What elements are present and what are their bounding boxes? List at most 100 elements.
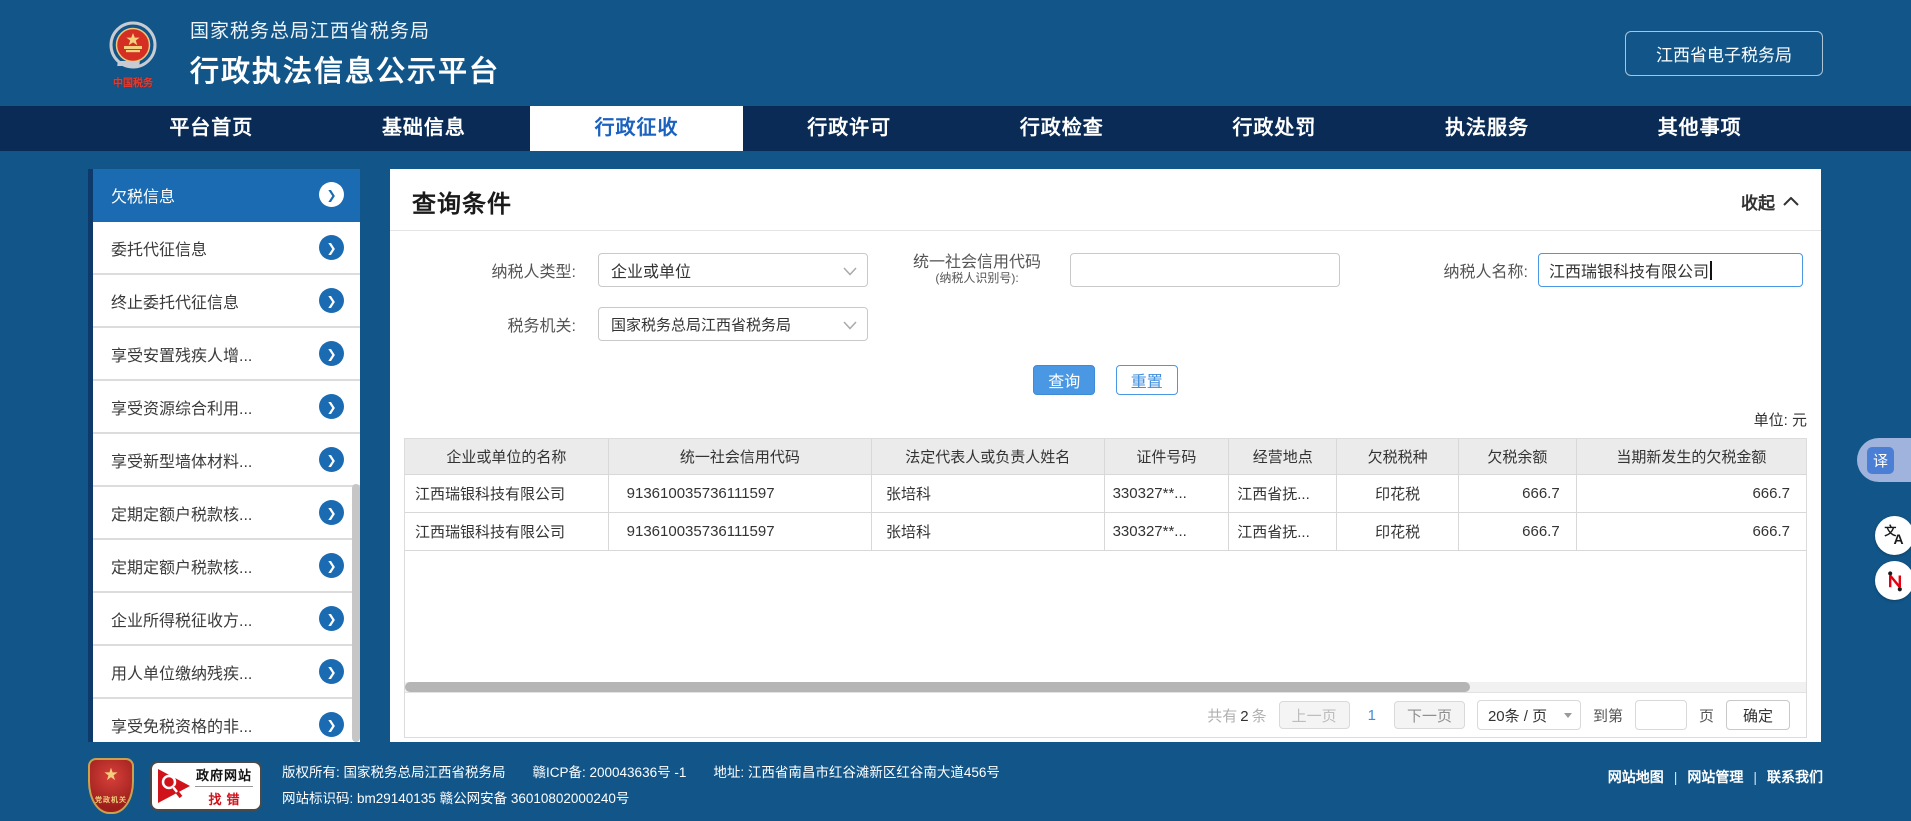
language-icon: 文A (1883, 527, 1905, 545)
nav-tab-home[interactable]: 平台首页 (105, 106, 318, 151)
table-row: 江西瑞银科技有限公司 913610035736111597 张培科 330327… (405, 474, 1806, 512)
page-header: 中国税务 国家税务总局江西省税务局 行政执法信息公示平台 江西省电子税务局 (0, 0, 1911, 106)
main-panel: 查询条件 收起 纳税人类型: 企业或单位 (390, 169, 1821, 742)
sidebar-item-terminate-entrusted[interactable]: 终止委托代征信息 ❯ (93, 275, 360, 328)
total-count-text: 共有2条 (1207, 705, 1266, 726)
col-legal-rep: 法定代表人或负责人姓名 (872, 439, 1105, 474)
nav-tab-admin-collection[interactable]: 行政征收 (530, 106, 743, 151)
party-government-badge: ★ 党政机关 (88, 758, 134, 814)
col-enterprise-name: 企业或单位的名称 (405, 439, 608, 474)
horizontal-scrollbar[interactable] (405, 682, 1806, 692)
chevron-right-icon: ❯ (319, 553, 344, 578)
goto-page-input[interactable] (1635, 700, 1687, 730)
taxpayer-name-label: 纳税人名称: (1438, 258, 1528, 282)
reset-button[interactable]: 重置 (1116, 365, 1178, 395)
horizontal-scrollbar-thumb[interactable] (405, 682, 1470, 692)
results-container: 企业或单位的名称 统一社会信用代码 法定代表人或负责人姓名 证件号码 经营地点 … (404, 438, 1807, 738)
sidebar-item-tax-exempt-nonprofit[interactable]: 享受免税资格的非... ❯ (93, 699, 360, 742)
footer-links: 网站地图|网站管理|联系我们 (1608, 767, 1823, 787)
taxpayer-type-label: 纳税人类型: (406, 258, 576, 282)
footer-info: 版权所有: 国家税务总局江西省税务局 赣ICP备: 200043636号 -1 … (282, 760, 1000, 811)
col-tax-type: 欠税税种 (1337, 439, 1459, 474)
text-cursor (1710, 261, 1712, 280)
copyright-line: 版权所有: 国家税务总局江西省税务局 赣ICP备: 200043636号 -1 … (282, 760, 1000, 786)
sidebar-item-corporate-income-tax[interactable]: 企业所得税征收方... ❯ (93, 593, 360, 646)
sidebar-item-resource-utilization[interactable]: 享受资源综合利用... ❯ (93, 381, 360, 434)
star-icon: ★ (90, 765, 132, 785)
taxpayer-type-select[interactable]: 企业或单位 (598, 253, 868, 287)
col-arrears-balance: 欠税余额 (1459, 439, 1577, 474)
nav-tab-admin-inspection[interactable]: 行政检查 (956, 106, 1169, 151)
sidebar-item-fixed-quota-2[interactable]: 定期定额户税款核... ❯ (93, 540, 360, 593)
main-nav: 平台首页 基础信息 行政征收 行政许可 行政检查 行政处罚 执法服务 其他事项 (0, 106, 1911, 151)
chevron-right-icon: ❯ (319, 235, 344, 260)
nav-tab-basic-info[interactable]: 基础信息 (318, 106, 531, 151)
col-new-arrears: 当期新发生的欠税金额 (1576, 439, 1806, 474)
next-page-button[interactable]: 下一页 (1394, 701, 1465, 729)
nav-tab-admin-license[interactable]: 行政许可 (743, 106, 956, 151)
col-business-location: 经营地点 (1229, 439, 1337, 474)
pagination: 共有2条 上一页 1 下一页 20条 / 页 到第 页 确定 (405, 692, 1806, 737)
site-titles: 国家税务总局江西省税务局 行政执法信息公示平台 (190, 16, 500, 90)
sidebar-item-tax-arrears[interactable]: 欠税信息 ❯ (93, 169, 360, 222)
prev-page-button[interactable]: 上一页 (1279, 701, 1350, 729)
site-id-line: 网站标识码: bm29140135 赣公网安备 36010802000240号 (282, 786, 1000, 812)
credit-code-input[interactable] (1070, 253, 1340, 287)
footer-link-contact[interactable]: 联系我们 (1767, 769, 1823, 785)
sidebar-item-employer-disability[interactable]: 用人单位缴纳残疾... ❯ (93, 646, 360, 699)
page-size-select[interactable]: 20条 / 页 (1477, 700, 1581, 730)
taxpayer-name-input[interactable]: 江西瑞银科技有限公司 (1538, 253, 1803, 287)
chevron-down-icon (843, 321, 857, 330)
caret-down-icon (1564, 713, 1572, 718)
sidebar-item-fixed-quota-1[interactable]: 定期定额户税款核... ❯ (93, 487, 360, 540)
website-error-report-badge[interactable]: 政府网站 找错 (150, 761, 262, 811)
tax-emblem-logo: 中国税务 (104, 21, 162, 89)
goto-label: 到第 (1593, 705, 1623, 726)
sidebar: 欠税信息 ❯ 委托代征信息 ❯ 终止委托代征信息 ❯ 享受安置残疾人增... ❯… (88, 169, 360, 742)
language-toggle-button[interactable]: 文A (1875, 516, 1911, 555)
query-conditions-title: 查询条件 (412, 184, 512, 219)
chevron-down-icon (843, 267, 857, 276)
chevron-right-icon: ❯ (319, 500, 344, 525)
total-count: 2 (1237, 708, 1251, 725)
unit-label: 单位: 元 (390, 409, 1821, 430)
page-title: 行政执法信息公示平台 (190, 48, 500, 90)
tax-authority-select[interactable]: 国家税务总局江西省税务局 (598, 307, 868, 341)
nav-tab-enforcement-service[interactable]: 执法服务 (1381, 106, 1594, 151)
chevron-right-icon: ❯ (319, 659, 344, 684)
translate-widget[interactable]: 译 (1857, 438, 1911, 482)
chevron-right-icon: ❯ (319, 341, 344, 366)
results-table: 企业或单位的名称 统一社会信用代码 法定代表人或负责人姓名 证件号码 经营地点 … (405, 439, 1806, 551)
tax-authority-label: 税务机关: (406, 312, 576, 336)
footer-link-site-admin[interactable]: 网站管理 (1687, 769, 1743, 785)
translate-icon: 译 (1867, 447, 1894, 474)
nav-tab-other[interactable]: 其他事项 (1593, 106, 1806, 151)
chevron-right-icon: ❯ (319, 394, 344, 419)
page-footer: ★ 党政机关 政府网站 找错 版权所有: 国家税务总局江西省税务局 赣ICP备:… (88, 758, 1823, 814)
table-row: 江西瑞银科技有限公司 913610035736111597 张培科 330327… (405, 512, 1806, 550)
confirm-button[interactable]: 确定 (1726, 700, 1790, 730)
chevron-right-icon: ❯ (319, 712, 344, 737)
current-page[interactable]: 1 (1362, 707, 1382, 724)
chevron-up-icon (1783, 197, 1799, 206)
agency-name: 国家税务总局江西省税务局 (190, 16, 500, 43)
collapse-toggle[interactable]: 收起 (1741, 189, 1799, 214)
query-form: 纳税人类型: 企业或单位 统一社会信用代码 (纳税人识别号): (390, 231, 1821, 395)
nav-tab-admin-penalty[interactable]: 行政处罚 (1168, 106, 1381, 151)
chevron-right-icon: ❯ (319, 182, 344, 207)
chevron-right-icon: ❯ (319, 606, 344, 631)
sidebar-scrollbar-thumb[interactable] (352, 484, 360, 742)
footer-link-sitemap[interactable]: 网站地图 (1608, 769, 1664, 785)
search-button[interactable]: 查询 (1033, 365, 1095, 395)
sidebar-item-entrusted-collection[interactable]: 委托代征信息 ❯ (93, 222, 360, 275)
credit-code-label: 统一社会信用代码 (纳税人识别号): (892, 254, 1062, 286)
sidebar-item-disabled-placement[interactable]: 享受安置残疾人增... ❯ (93, 328, 360, 381)
col-id-number: 证件号码 (1104, 439, 1229, 474)
chevron-right-icon: ❯ (319, 288, 344, 313)
content-area: 欠税信息 ❯ 委托代征信息 ❯ 终止委托代征信息 ❯ 享受安置残疾人增... ❯… (0, 151, 1911, 742)
table-header-row: 企业或单位的名称 统一社会信用代码 法定代表人或负责人姓名 证件号码 经营地点 … (405, 439, 1806, 474)
relation-graph-button[interactable] (1875, 561, 1911, 600)
etax-portal-button[interactable]: 江西省电子税务局 (1625, 31, 1823, 76)
chevron-right-icon: ❯ (319, 447, 344, 472)
sidebar-item-wall-material[interactable]: 享受新型墙体材料... ❯ (93, 434, 360, 487)
